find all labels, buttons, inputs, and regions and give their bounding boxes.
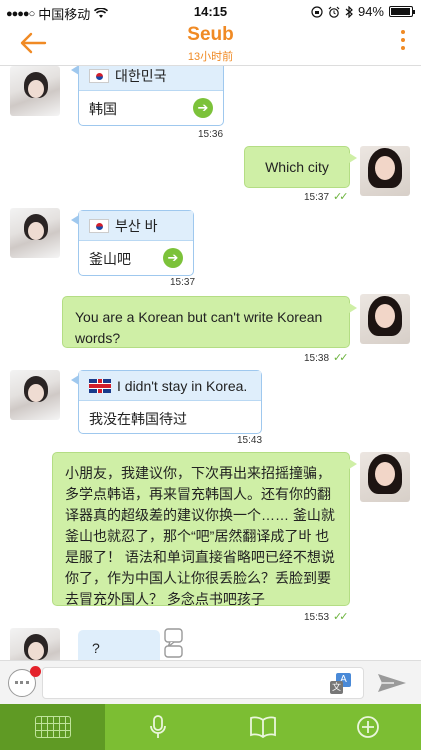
status-right: 94% — [311, 4, 415, 19]
battery-icon — [389, 6, 415, 17]
message-time-row: 15:38 ✓✓ — [304, 351, 349, 364]
translated-text: 韩国 — [89, 101, 117, 117]
translate-bubble-icon[interactable] — [164, 628, 184, 658]
emoji-face-icon — [15, 681, 29, 685]
keyboard-icon — [34, 716, 71, 738]
contact-avatar[interactable] — [10, 370, 60, 420]
message-text: You are a Korean but can't write Korean … — [75, 309, 323, 346]
translated-message-bubble[interactable]: 대한민국 韩国 ➔ — [71, 66, 224, 127]
my-avatar[interactable] — [360, 452, 410, 502]
message-text: 小朋友，我建议你，下次再出来招摇撞骗，多学点韩语，再来冒充韩国人。还有你的翻译器… — [65, 465, 335, 607]
translated-message-bubble[interactable]: I didn't stay in Korea. 我没在韩国待过 — [71, 370, 262, 437]
received-message-bubble[interactable]: ? — [78, 630, 160, 660]
book-icon — [250, 716, 277, 738]
notification-badge — [30, 666, 41, 677]
translate-source-icon: 文 — [330, 681, 343, 694]
emoji-button[interactable] — [8, 666, 41, 697]
double-check-icon: ✓✓ — [333, 611, 349, 623]
original-text: I didn't stay in Korea. — [117, 377, 248, 394]
original-text-row: 부산 바 — [79, 211, 193, 241]
my-avatar[interactable] — [360, 294, 410, 344]
original-text: 부산 바 — [115, 217, 158, 234]
message-time-row: 15:37 ✓✓ — [304, 190, 349, 203]
bottom-tab-bar — [0, 704, 421, 750]
status-bar: ●●●●○ 中国移动 14:15 94% — [0, 0, 421, 22]
translated-message-bubble[interactable]: 부산 바 釜山吧 ➔ — [71, 210, 194, 277]
translated-text: 釜山吧 — [89, 251, 131, 267]
message-time: 15:37 — [170, 277, 196, 288]
tab-add[interactable] — [316, 704, 421, 750]
last-seen-status: 13小时前 — [187, 51, 234, 63]
message-time: 15:37 — [304, 192, 330, 203]
alarm-icon — [328, 6, 340, 18]
message-input-bar: A 文 — [0, 660, 421, 704]
contact-avatar[interactable] — [10, 66, 60, 116]
korea-flag-icon — [89, 68, 109, 83]
original-text-row: I didn't stay in Korea. — [79, 371, 261, 401]
send-icon[interactable] — [376, 671, 408, 695]
message-input[interactable] — [42, 667, 364, 699]
plus-circle-icon — [357, 716, 380, 738]
translate-button[interactable]: A 文 — [330, 673, 354, 695]
contact-name[interactable]: Seub — [0, 24, 421, 46]
original-text: 대한민국 — [115, 67, 167, 84]
my-avatar[interactable] — [360, 146, 410, 196]
chat-header: Seub 13小时前 — [0, 22, 421, 66]
tab-keyboard[interactable] — [0, 704, 106, 750]
message-time: 15:43 — [237, 435, 263, 446]
battery-fill — [391, 8, 410, 15]
korea-flag-icon — [89, 218, 109, 233]
orientation-lock-icon — [311, 5, 323, 18]
bluetooth-icon — [345, 5, 353, 18]
translated-text: 我没在韩国待过 — [89, 411, 187, 427]
arrow-right-icon[interactable]: ➔ — [163, 248, 183, 268]
message-text: Which city — [265, 159, 329, 175]
sent-message-bubble[interactable]: 小朋友，我建议你，下次再出来招摇撞骗，多学点韩语，再来冒充韩国人。还有你的翻译器… — [52, 452, 357, 607]
uk-flag-icon — [89, 378, 111, 393]
contact-avatar[interactable] — [10, 208, 60, 258]
chat-message-list[interactable]: 대한민국 韩国 ➔ 15:36 Which city 15:37 ✓✓ 부산 바 釜… — [0, 66, 421, 660]
arrow-right-icon[interactable]: ➔ — [193, 98, 213, 118]
translation-row: 釜山吧 ➔ — [79, 241, 193, 277]
message-time-row: 15:53 ✓✓ — [304, 610, 349, 623]
tab-voice[interactable] — [105, 704, 210, 750]
battery-percent: 94% — [357, 4, 384, 19]
tab-phrasebook[interactable] — [211, 704, 316, 750]
original-text-row: 대한민국 — [79, 66, 223, 91]
message-time: 15:53 — [304, 612, 330, 623]
contact-avatar[interactable] — [10, 628, 60, 660]
translation-row: 我没在韩国待过 — [79, 401, 261, 437]
double-check-icon: ✓✓ — [333, 191, 349, 203]
sent-message-bubble[interactable]: Which city — [244, 146, 357, 188]
microphone-icon — [149, 715, 166, 738]
message-time: 15:36 — [198, 129, 224, 140]
double-check-icon: ✓✓ — [333, 352, 349, 364]
more-options-icon[interactable] — [399, 30, 407, 56]
translation-row: 韩国 ➔ — [79, 91, 223, 127]
message-time: 15:38 — [304, 353, 330, 364]
sent-message-bubble[interactable]: You are a Korean but can't write Korean … — [62, 296, 357, 348]
message-text: ? — [92, 640, 100, 656]
